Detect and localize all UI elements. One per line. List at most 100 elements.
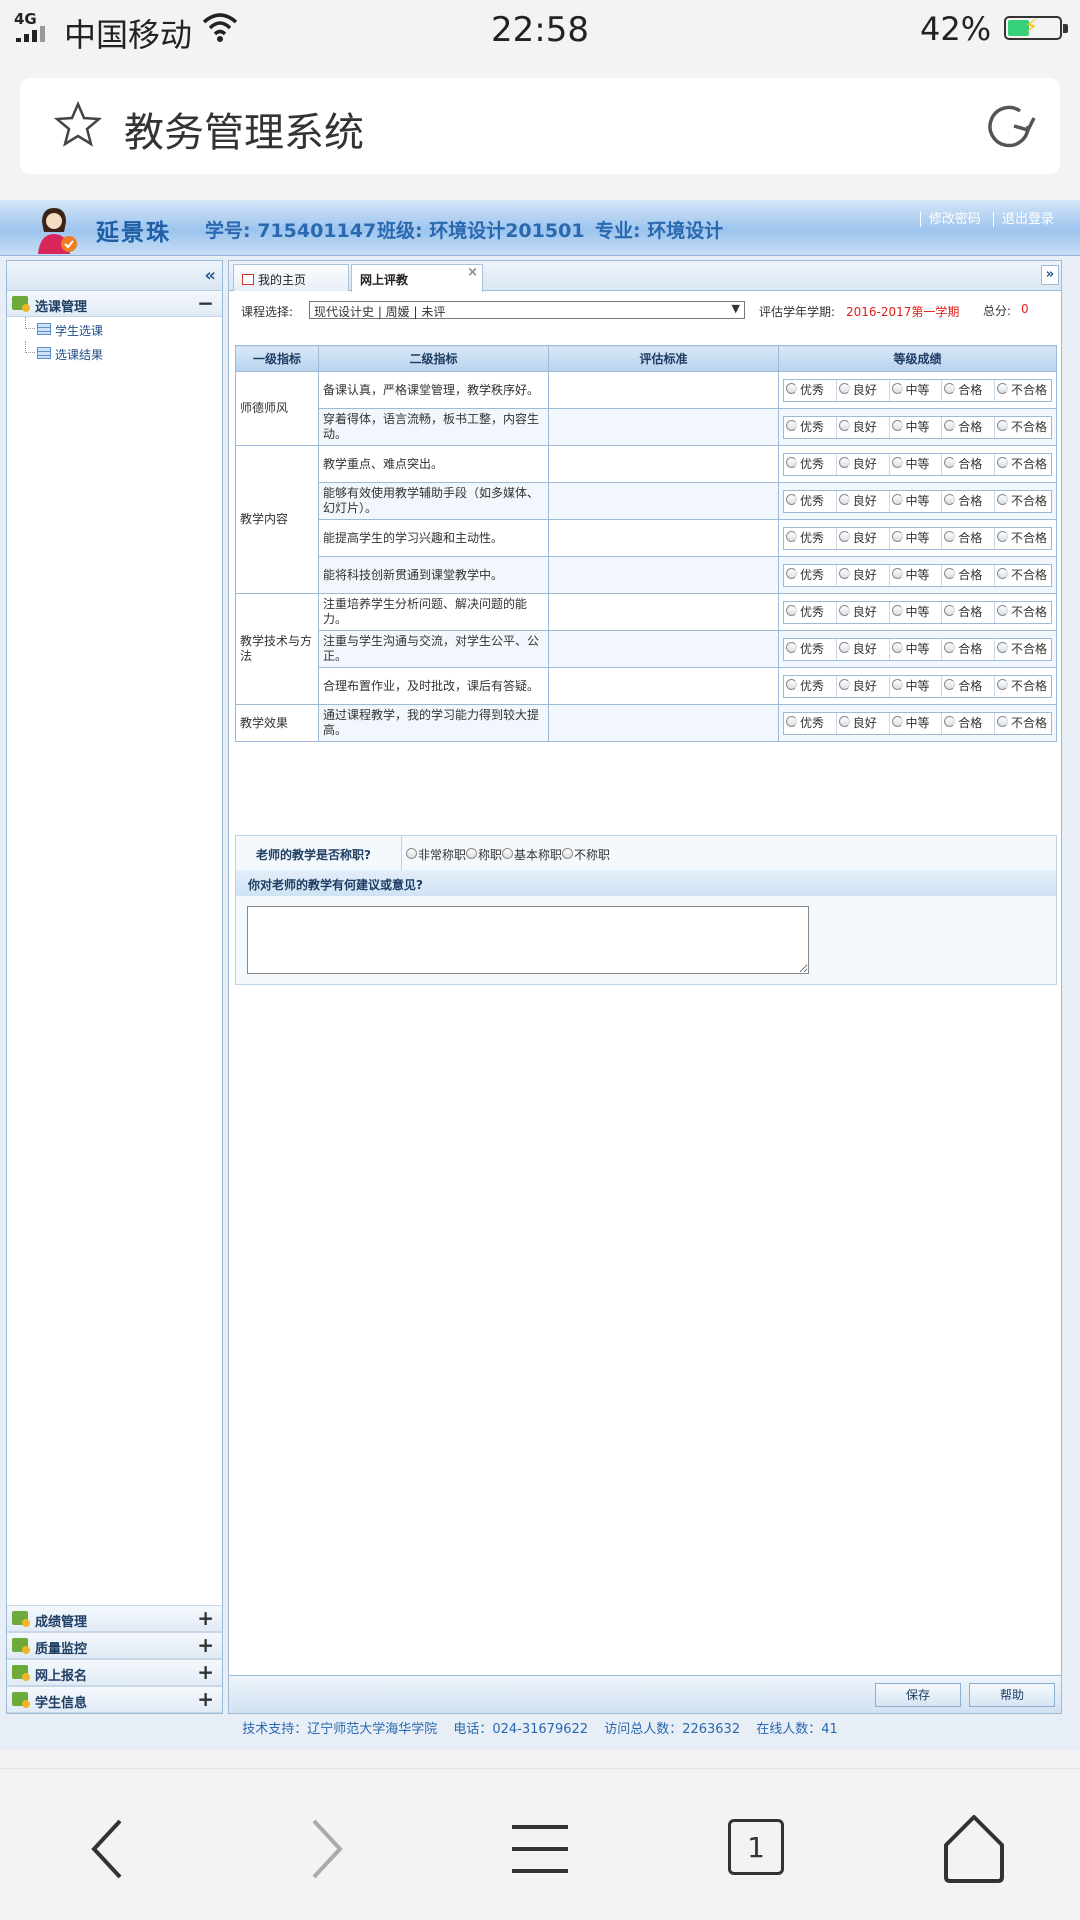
radio-button[interactable] — [838, 641, 850, 653]
expand-section-icon[interactable]: + — [197, 1660, 214, 1684]
radio-button[interactable] — [466, 848, 478, 859]
radio-button[interactable] — [786, 604, 797, 616]
radio-button[interactable] — [891, 493, 903, 505]
grade-option[interactable]: 合格 — [942, 638, 995, 660]
grade-option[interactable]: 良好 — [837, 712, 890, 734]
grade-option[interactable]: 不合格 — [995, 676, 1051, 697]
radio-button[interactable] — [891, 382, 903, 394]
close-tab-icon[interactable]: × — [467, 265, 478, 280]
radio-button[interactable] — [838, 715, 850, 727]
radio-button[interactable] — [997, 382, 1008, 394]
grade-option[interactable]: 良好 — [837, 564, 890, 586]
bookmark-star-icon[interactable] — [54, 100, 102, 148]
radio-button[interactable] — [786, 678, 797, 690]
tab-home[interactable]: 我的主页 — [233, 264, 349, 291]
radio-button[interactable] — [944, 419, 956, 431]
radio-button[interactable] — [838, 530, 850, 542]
radio-button[interactable] — [502, 848, 514, 859]
radio-button[interactable] — [786, 493, 797, 505]
radio-button[interactable] — [944, 456, 956, 468]
radio-button[interactable] — [786, 530, 797, 542]
radio-button[interactable] — [997, 456, 1008, 468]
grade-option[interactable]: 良好 — [837, 490, 890, 512]
radio-button[interactable] — [944, 493, 956, 505]
grade-option[interactable]: 中等 — [890, 638, 943, 660]
radio-button[interactable] — [891, 419, 903, 431]
collapse-section-icon[interactable]: − — [197, 291, 214, 315]
grade-option[interactable]: 优秀 — [784, 564, 837, 586]
radio-button[interactable] — [838, 419, 850, 431]
expand-section-icon[interactable]: + — [197, 1606, 214, 1630]
radio-button[interactable] — [997, 419, 1008, 431]
grade-option[interactable]: 合格 — [942, 527, 995, 549]
grade-option[interactable]: 中等 — [890, 416, 943, 438]
radio-button[interactable] — [891, 604, 903, 616]
radio-button[interactable] — [997, 493, 1008, 505]
grade-option[interactable]: 不合格 — [995, 491, 1051, 512]
grade-option[interactable]: 优秀 — [784, 675, 837, 697]
menu-icon[interactable] — [500, 1809, 580, 1889]
grade-option[interactable]: 中等 — [890, 675, 943, 697]
suggestion-textarea[interactable] — [247, 906, 809, 974]
sidebar-section-quality[interactable]: 质量监控 + — [7, 1632, 222, 1659]
radio-button[interactable] — [891, 530, 903, 542]
sidebar-item-selection-results[interactable]: 选课结果 — [7, 341, 222, 365]
competency-option[interactable]: 不称职 — [562, 848, 610, 862]
grade-option[interactable]: 不合格 — [995, 713, 1051, 734]
radio-button[interactable] — [944, 641, 956, 653]
grade-option[interactable]: 不合格 — [995, 602, 1051, 623]
expand-section-icon[interactable]: + — [197, 1633, 214, 1657]
grade-option[interactable]: 良好 — [837, 453, 890, 475]
radio-button[interactable] — [838, 456, 850, 468]
radio-button[interactable] — [891, 641, 903, 653]
grade-option[interactable]: 合格 — [942, 453, 995, 475]
competency-option[interactable]: 基本称职 — [502, 848, 562, 862]
sidebar-section-course-selection[interactable]: 选课管理 − — [7, 291, 222, 317]
forward-icon[interactable] — [284, 1809, 364, 1889]
tab-menu-chevron-icon[interactable]: » — [1041, 265, 1059, 285]
grade-option[interactable]: 中等 — [890, 527, 943, 549]
radio-button[interactable] — [838, 604, 850, 616]
grade-option[interactable]: 良好 — [837, 638, 890, 660]
radio-button[interactable] — [944, 567, 956, 579]
grade-option[interactable]: 不合格 — [995, 639, 1051, 660]
radio-button[interactable] — [997, 530, 1008, 542]
home-icon[interactable] — [934, 1809, 1014, 1889]
grade-option[interactable]: 不合格 — [995, 380, 1051, 401]
grade-option[interactable]: 中等 — [890, 490, 943, 512]
radio-button[interactable] — [891, 456, 903, 468]
radio-button[interactable] — [838, 567, 850, 579]
radio-button[interactable] — [944, 382, 956, 394]
radio-button[interactable] — [997, 567, 1008, 579]
radio-button[interactable] — [891, 678, 903, 690]
radio-button[interactable] — [944, 715, 956, 727]
grade-option[interactable]: 中等 — [890, 379, 943, 401]
course-select[interactable]: 现代设计史 | 周媛 | 未评 ▼ — [309, 301, 745, 319]
logout-link[interactable]: 退出登录 — [992, 212, 1062, 227]
grade-option[interactable]: 不合格 — [995, 528, 1051, 549]
radio-button[interactable] — [997, 678, 1008, 690]
grade-option[interactable]: 中等 — [890, 564, 943, 586]
grade-option[interactable]: 良好 — [837, 416, 890, 438]
grade-option[interactable]: 优秀 — [784, 712, 837, 734]
expand-section-icon[interactable]: + — [197, 1687, 214, 1711]
radio-button[interactable] — [944, 678, 956, 690]
grade-option[interactable]: 合格 — [942, 416, 995, 438]
sidebar-section-grades[interactable]: 成绩管理 + — [7, 1605, 222, 1632]
sidebar-section-registration[interactable]: 网上报名 + — [7, 1659, 222, 1686]
radio-button[interactable] — [786, 456, 797, 468]
radio-button[interactable] — [944, 604, 956, 616]
grade-option[interactable]: 合格 — [942, 379, 995, 401]
grade-option[interactable]: 合格 — [942, 601, 995, 623]
grade-option[interactable]: 合格 — [942, 675, 995, 697]
grade-option[interactable]: 合格 — [942, 564, 995, 586]
radio-button[interactable] — [786, 419, 797, 431]
radio-button[interactable] — [838, 678, 850, 690]
grade-option[interactable]: 良好 — [837, 601, 890, 623]
sidebar-item-student-course-selection[interactable]: 学生选课 — [7, 317, 222, 341]
competency-option[interactable]: 非常称职 — [406, 848, 466, 862]
collapse-sidebar-icon[interactable]: « — [204, 265, 216, 286]
help-button[interactable]: 帮助 — [969, 1683, 1055, 1707]
radio-button[interactable] — [786, 567, 797, 579]
grade-option[interactable]: 合格 — [942, 490, 995, 512]
